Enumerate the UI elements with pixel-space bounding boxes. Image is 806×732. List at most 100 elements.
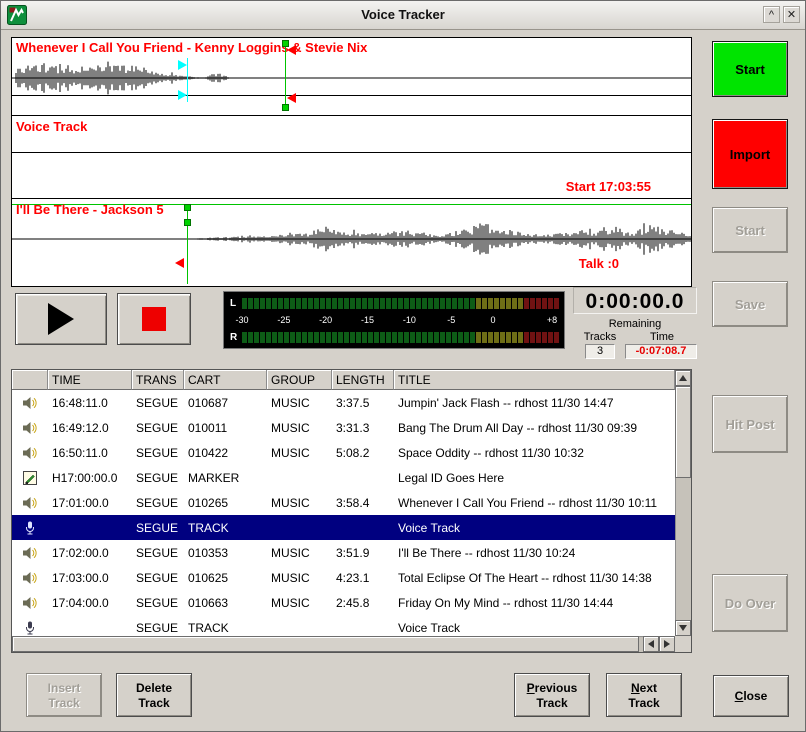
scroll-down-button[interactable]: [675, 620, 691, 636]
track2-title: Voice Track: [16, 119, 87, 134]
log-row-8[interactable]: 17:03:00.0 SEGUE 010625 MUSIC 4:23.1 Tot…: [12, 565, 675, 590]
cell-time: 16:48:11.0: [48, 396, 132, 410]
marker-icon: [12, 470, 48, 486]
log-row-2[interactable]: 16:49:12.0 SEGUE 010011 MUSIC 3:31.3 Ban…: [12, 415, 675, 440]
arrow-left-icon: [648, 640, 654, 648]
cell-cart: 010011: [184, 421, 267, 435]
log-row-7[interactable]: 17:02:00.0 SEGUE 010353 MUSIC 3:51.9 I'l…: [12, 540, 675, 565]
arrow-down-icon: [679, 625, 687, 631]
column-header-title: TITLE: [394, 370, 675, 390]
segue-marker-handle-bottom[interactable]: [178, 90, 187, 100]
scrollbar-corner: [675, 636, 691, 652]
speaker-icon: [12, 395, 48, 411]
hit-post-button[interactable]: Hit Post: [712, 395, 788, 453]
mic-icon: [12, 520, 48, 536]
meter-right-label: R: [230, 332, 237, 343]
cell-trans: SEGUE: [132, 396, 184, 410]
log-row-4[interactable]: H17:00:00.0 SEGUE MARKER Legal ID Goes H…: [12, 465, 675, 490]
meter-right-segments: [242, 332, 559, 343]
log-row-3[interactable]: 16:50:11.0 SEGUE 010422 MUSIC 5:08.2 Spa…: [12, 440, 675, 465]
speaker-icon: [12, 495, 48, 511]
remaining-tracks-value: 3: [585, 344, 615, 359]
shade-window-button[interactable]: ^: [763, 6, 780, 23]
column-header-length: LENGTH: [332, 370, 394, 390]
log-row-9[interactable]: 17:04:00.0 SEGUE 010663 MUSIC 2:45.8 Fri…: [12, 590, 675, 615]
cell-cart: 010265: [184, 496, 267, 510]
log-row-6[interactable]: SEGUE TRACK Voice Track: [12, 515, 675, 540]
cell-cart: 010663: [184, 596, 267, 610]
vertical-scrollbar[interactable]: [675, 370, 691, 636]
segue-marker-handle-top[interactable]: [178, 60, 187, 70]
save-button[interactable]: Save: [712, 281, 788, 327]
remaining-tracks-label: Tracks: [575, 331, 625, 343]
log-row-5[interactable]: 17:01:00.0 SEGUE 010265 MUSIC 3:58.4 Whe…: [12, 490, 675, 515]
cell-title: Voice Track: [394, 521, 675, 535]
scroll-right-button[interactable]: [659, 636, 675, 652]
cell-title: Friday On My Mind -- rdhost 11/30 14:44: [394, 596, 675, 610]
scroll-left-button[interactable]: [643, 636, 659, 652]
track1-waveform[interactable]: [12, 56, 691, 100]
cell-title: Bang The Drum All Day -- rdhost 11/30 09…: [394, 421, 675, 435]
cell-group: MUSIC: [267, 546, 332, 560]
cell-group: MUSIC: [267, 421, 332, 435]
log-header: TIMETRANSCARTGROUPLENGTHTITLE: [12, 370, 675, 390]
track1-title: Whenever I Call You Friend - Kenny Loggi…: [16, 40, 367, 55]
fade-marker-top[interactable]: [287, 45, 296, 55]
log-row-10[interactable]: SEGUE TRACK Voice Track: [12, 615, 675, 636]
delete-track-button[interactable]: Delete Track: [116, 673, 192, 717]
fade-marker-bottom[interactable]: [287, 93, 296, 103]
track2-start-time: Start 17:03:55: [566, 179, 651, 194]
stop-button[interactable]: [117, 293, 191, 345]
column-header-trans: TRANS: [132, 370, 184, 390]
cell-time: H17:00:00.0: [48, 471, 132, 485]
import-button[interactable]: Import: [712, 119, 788, 189]
log-row-1[interactable]: 16:48:11.0 SEGUE 010687 MUSIC 3:37.5 Jum…: [12, 390, 675, 415]
cell-time: 17:02:00.0: [48, 546, 132, 560]
start-track2-button[interactable]: Start: [712, 207, 788, 253]
horizontal-scrollbar[interactable]: [12, 636, 675, 652]
cell-cart: TRACK: [184, 521, 267, 535]
scroll-up-button[interactable]: [675, 370, 691, 386]
column-header-cart: CART: [184, 370, 267, 390]
cell-title: Total Eclipse Of The Heart -- rdhost 11/…: [394, 571, 675, 585]
speaker-icon: [12, 570, 48, 586]
next-track-button[interactable]: Next Track: [606, 673, 682, 717]
column-header-time: TIME: [48, 370, 132, 390]
log-list: TIMETRANSCARTGROUPLENGTHTITLE 16:48:11.0…: [11, 369, 692, 653]
cell-title: I'll Be There -- rdhost 11/30 10:24: [394, 546, 675, 560]
segue-marker-line[interactable]: [187, 58, 188, 102]
track-start-handle-bottom[interactable]: [282, 104, 289, 111]
previous-track-button[interactable]: Previous Track: [514, 673, 590, 717]
window-title: Voice Tracker: [1, 7, 805, 22]
cell-trans: SEGUE: [132, 546, 184, 560]
track3-start-handle-top[interactable]: [184, 204, 191, 211]
panel2-centerline: [12, 152, 691, 153]
track3-start-marker-line[interactable]: [187, 204, 188, 284]
track-start-marker-line[interactable]: [285, 41, 286, 111]
arrow-right-icon: [664, 640, 670, 648]
do-over-button[interactable]: Do Over: [712, 574, 788, 632]
elapsed-time-display: 0:00:00.0: [573, 287, 697, 314]
vertical-scrollbar-thumb[interactable]: [675, 386, 691, 478]
cell-trans: SEGUE: [132, 521, 184, 535]
play-button[interactable]: [15, 293, 107, 345]
cell-title: Space Oddity -- rdhost 11/30 10:32: [394, 446, 675, 460]
remaining-label: Remaining: [573, 318, 697, 330]
cell-title: Whenever I Call You Friend -- rdhost 11/…: [394, 496, 675, 510]
cell-length: 3:51.9: [332, 546, 394, 560]
cell-trans: SEGUE: [132, 496, 184, 510]
horizontal-scrollbar-thumb[interactable]: [12, 636, 639, 652]
track3-fade-marker[interactable]: [175, 258, 184, 268]
waveform-editor[interactable]: Whenever I Call You Friend - Kenny Loggi…: [11, 37, 692, 287]
cell-cart: 010353: [184, 546, 267, 560]
panel2-bottom-border: [12, 198, 691, 199]
insert-track-button[interactable]: Insert Track: [26, 673, 102, 717]
close-window-button[interactable]: ✕: [783, 6, 800, 23]
cell-trans: SEGUE: [132, 421, 184, 435]
close-button[interactable]: Close: [713, 675, 789, 717]
cell-cart: 010625: [184, 571, 267, 585]
start-track1-button[interactable]: Start: [712, 41, 788, 97]
meter-left-segments: [242, 298, 559, 309]
track3-start-handle-mid[interactable]: [184, 219, 191, 226]
cell-group: MUSIC: [267, 446, 332, 460]
